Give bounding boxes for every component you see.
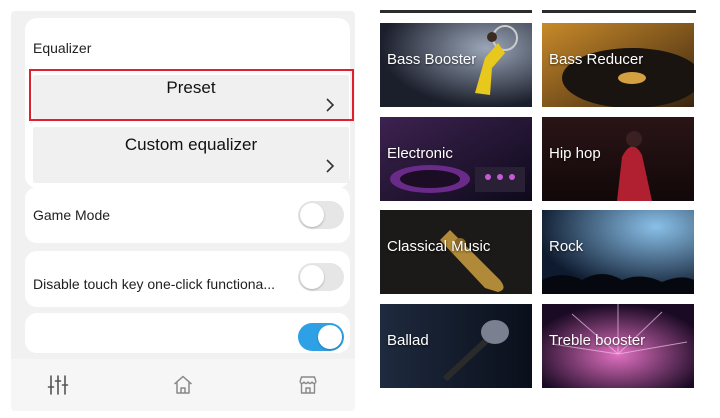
top-divider <box>380 10 696 13</box>
preset-tile-treble-booster[interactable]: Treble booster <box>542 304 694 388</box>
chevron-right-icon <box>326 159 335 173</box>
touch-key-label: Disable touch key one-click functiona... <box>33 276 276 292</box>
preset-label: Treble booster <box>549 332 646 349</box>
custom-equalizer-button[interactable]: Custom equalizer <box>33 127 349 183</box>
touch-key-row: Disable touch key one-click functiona... <box>25 251 350 307</box>
preset-gallery: Bass Booster Bass Reducer Electronic Hip… <box>380 0 696 418</box>
store-icon[interactable] <box>296 373 320 397</box>
bottom-navigation <box>11 359 355 411</box>
preset-label: Classical Music <box>387 238 491 255</box>
preset-tile-hip-hop[interactable]: Hip hop <box>542 117 694 201</box>
preset-label: Rock <box>549 238 584 255</box>
preset-tile-bass-reducer[interactable]: Bass Reducer <box>542 23 694 107</box>
settings-panel: Equalizer Preset Custom equalizer Game M… <box>11 11 355 411</box>
preset-tile-bass-booster[interactable]: Bass Booster <box>380 23 532 107</box>
preset-label: Hip hop <box>549 145 601 162</box>
partial-setting-row <box>25 313 350 353</box>
equalizer-card: Equalizer Preset Custom equalizer <box>25 18 354 188</box>
preset-tile-ballad[interactable]: Ballad <box>380 304 532 388</box>
custom-equalizer-label: Custom equalizer <box>124 135 258 154</box>
preset-label: Bass Booster <box>387 51 477 68</box>
chevron-right-icon <box>326 98 335 112</box>
toggle-knob <box>318 325 342 349</box>
toggle-knob <box>300 265 324 289</box>
equalizer-icon[interactable] <box>46 373 70 397</box>
preset-label: Preset <box>166 78 216 97</box>
toggle-knob <box>300 203 324 227</box>
touch-key-toggle[interactable] <box>298 263 344 291</box>
preset-button[interactable]: Preset <box>33 75 349 120</box>
game-mode-toggle[interactable] <box>298 201 344 229</box>
preset-label: Ballad <box>387 332 429 349</box>
game-mode-row: Game Mode <box>25 187 350 243</box>
preset-label: Electronic <box>387 145 453 162</box>
preset-tile-electronic[interactable]: Electronic <box>380 117 532 201</box>
preset-label: Bass Reducer <box>549 51 644 68</box>
game-mode-label: Game Mode <box>33 207 111 223</box>
preset-tile-rock[interactable]: Rock <box>542 210 694 294</box>
partial-setting-toggle[interactable] <box>298 323 344 351</box>
preset-tile-classical-music[interactable]: Classical Music <box>380 210 532 294</box>
home-icon[interactable] <box>171 373 195 397</box>
equalizer-title: Equalizer <box>33 40 92 56</box>
